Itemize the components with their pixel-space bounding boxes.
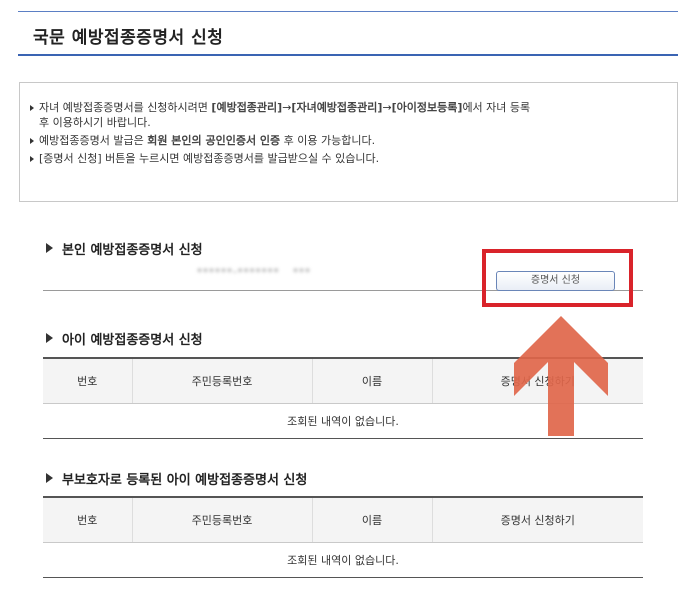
column-header-resident-number: 주민등록번호 — [132, 496, 313, 543]
column-header-resident-number: 주민등록번호 — [132, 357, 313, 404]
arrow-up-icon — [514, 316, 608, 436]
section-title-child: 아이 예방접종증명서 신청 — [46, 329, 203, 348]
table-header-row: 번호 주민등록번호 이름 증명서 신청하기 — [43, 496, 643, 543]
empty-message: 조회된 내역이 없습니다. — [43, 542, 643, 578]
notice-text: 자녀 예방접종증명서를 신청하시려면 — [39, 101, 212, 114]
notice-highlight: 회원 본인의 공인인증서 인증 — [147, 134, 281, 147]
guardian-cert-table: 번호 주민등록번호 이름 증명서 신청하기 조회된 내역이 없습니다. — [43, 496, 643, 578]
column-header-number: 번호 — [43, 357, 133, 404]
highlight-box — [482, 249, 633, 307]
notice-arrow: → — [382, 101, 392, 114]
notice-text: [증명서 신청] 버튼을 누르시면 예방접종증명서를 발급받으실 수 있습니다. — [39, 152, 380, 165]
notice-text: 후 이용 가능합니다. — [280, 134, 376, 147]
column-header-number: 번호 — [43, 496, 133, 543]
section-title-guardian: 부보호자로 등록된 아이 예방접종증명서 신청 — [46, 469, 307, 488]
notice-item: 예방접종증명서 발급은 회원 본인의 공인인증서 인증 후 이용 가능합니다. — [29, 133, 530, 148]
page-title: 국문 예방접종증명서 신청 — [33, 28, 224, 48]
column-header-name: 이름 — [312, 496, 433, 543]
masked-name: *** — [293, 267, 311, 278]
notice-text: 후 이용하시기 바랍니다. — [39, 116, 151, 129]
notice-item: [증명서 신청] 버튼을 누르시면 예방접종증명서를 발급받으실 수 있습니다. — [29, 151, 530, 166]
column-header-apply: 증명서 신청하기 — [432, 496, 643, 543]
notice-menu-ref: [자녀예방접종관리] — [291, 101, 383, 114]
page-title-bar: 국문 예방접종증명서 신청 — [18, 11, 678, 56]
notice-item: 자녀 예방접종증명서를 신청하시려면 [예방접종관리]→[자녀예방접종관리]→[… — [29, 100, 530, 130]
notice-box: 자녀 예방접종증명서를 신청하시려면 [예방접종관리]→[자녀예방접종관리]→[… — [19, 82, 678, 202]
table-row: 조회된 내역이 없습니다. — [43, 542, 643, 578]
notice-text: 에서 자녀 등록 — [462, 101, 531, 114]
column-header-name: 이름 — [312, 357, 433, 404]
section-title-self: 본인 예방접종증명서 신청 — [46, 239, 203, 258]
notice-text: 예방접종증명서 발급은 — [39, 134, 148, 147]
notice-list: 자녀 예방접종증명서를 신청하시려면 [예방접종관리]→[자녀예방접종관리]→[… — [29, 100, 530, 169]
notice-menu-ref: [아이정보등록] — [391, 101, 463, 114]
notice-menu-ref: [예방접종관리] — [211, 101, 283, 114]
masked-resident-number: ******-******* — [197, 267, 280, 278]
